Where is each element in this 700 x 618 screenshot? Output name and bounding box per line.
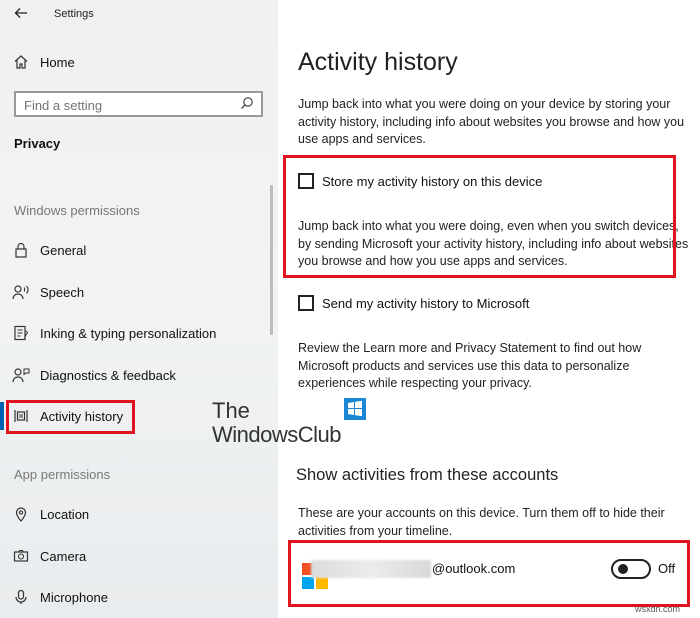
windowsclub-logo-icon [344,398,366,420]
home-icon [0,54,40,70]
highlight-box-account [288,540,690,607]
sidebar-item-diagnostics[interactable]: Diagnostics & feedback [0,359,278,391]
sidebar-item-inking-typing[interactable]: Inking & typing personalization [0,317,278,349]
windows-permissions-heading: Windows permissions [14,203,140,218]
sidebar-item-general[interactable]: General [0,234,278,266]
page-title: Activity history [298,48,458,76]
intro-text: Jump back into what you were doing on yo… [298,97,685,146]
location-icon [0,506,40,522]
sidebar-item-label: Camera [40,548,87,564]
app-permissions-heading: App permissions [14,467,111,482]
lock-icon [0,242,40,258]
sidebar: Settings Home Privacy Windows permission… [0,0,278,618]
sidebar-item-label: General [40,242,87,258]
sidebar-item-label: Inking & typing personalization [40,325,217,341]
search-icon [240,96,254,115]
send-history-label: Send my activity history to Microsoft [322,295,530,311]
watermark-line2: WindowsClub [212,422,342,447]
accounts-heading: Show activities from these accounts [296,466,559,484]
camera-icon [0,548,40,564]
watermark: The WindowsClub [212,398,372,450]
back-arrow-icon [14,8,27,18]
category-title: Privacy [14,136,61,151]
sidebar-item-label: Diagnostics & feedback [40,367,176,383]
sidebar-item-microphone[interactable]: Microphone [0,581,278,613]
watermark-line1: The [212,398,250,423]
back-button[interactable] [14,6,34,24]
highlight-box-sidebar [6,400,135,434]
send-history-checkbox[interactable] [298,295,314,311]
microphone-icon [0,589,40,605]
send-history-checkbox-row[interactable]: Send my activity history to Microsoft [298,295,529,311]
sidebar-item-label: Location [40,506,90,522]
search-input[interactable] [14,91,263,117]
main-content: Activity history Jump back into what you… [278,0,700,618]
sidebar-item-speech[interactable]: Speech [0,276,278,308]
sidebar-item-home[interactable]: Home [0,46,278,78]
inking-icon [0,325,40,341]
diagnostics-icon [0,367,40,383]
site-watermark: wsxdn.com [635,604,681,614]
sidebar-item-label: Microphone [40,589,108,605]
speech-icon [0,284,40,300]
sidebar-item-label: Home [40,54,75,70]
sidebar-item-camera[interactable]: Camera [0,540,278,572]
accounts-description: These are your accounts on this device. … [298,506,665,538]
sidebar-item-label: Speech [40,284,85,300]
highlight-box-store-option [283,155,676,278]
sidebar-item-location[interactable]: Location [0,498,278,530]
title-bar: Settings [0,0,278,30]
review-text: Review the Learn more and Privacy Statem… [298,341,642,390]
sidebar-scrollbar[interactable] [270,185,273,335]
window-title: Settings [54,8,94,20]
